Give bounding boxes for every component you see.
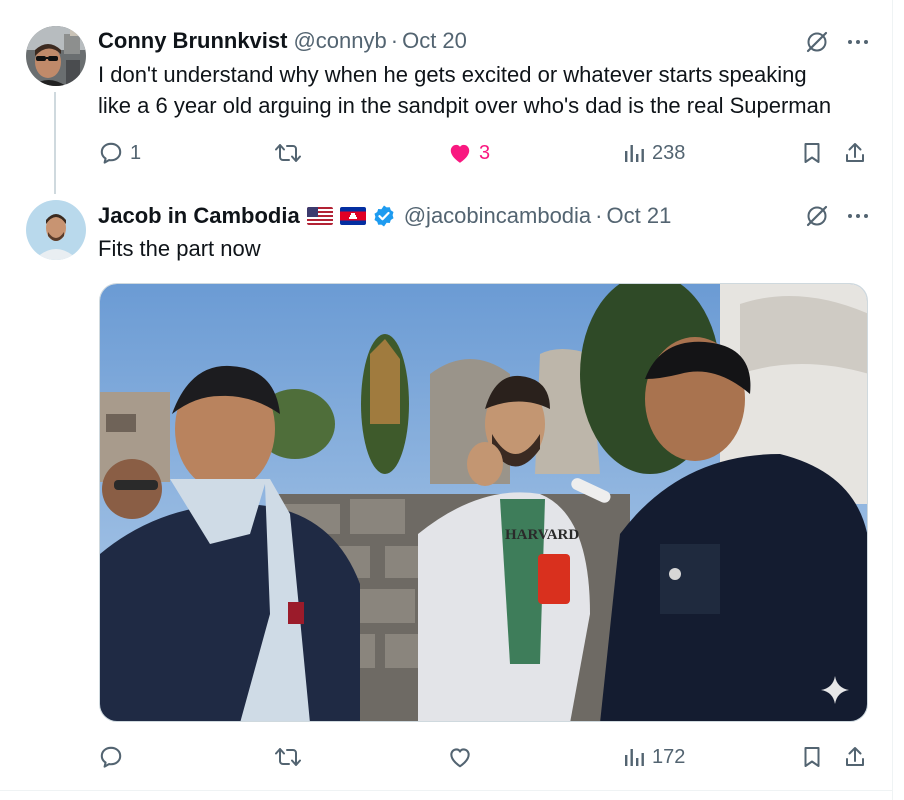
tweet-date[interactable]: Oct 21 bbox=[607, 202, 672, 230]
share-button[interactable] bbox=[843, 138, 867, 168]
column-border-right bbox=[892, 0, 893, 800]
reply-text-line-2: like a 6 year old arguing in the sandpit… bbox=[98, 93, 832, 118]
bookmark-button[interactable] bbox=[800, 742, 824, 772]
author-name[interactable]: Jacob in Cambodia bbox=[98, 202, 300, 230]
bookmark-button[interactable] bbox=[800, 138, 824, 168]
original-text: Fits the part now bbox=[98, 236, 261, 261]
author-handle[interactable]: @connyb bbox=[293, 27, 386, 55]
views-icon bbox=[625, 749, 644, 766]
reply-count: 1 bbox=[130, 141, 142, 164]
thread-connector-line bbox=[54, 92, 56, 194]
reply-icon bbox=[100, 142, 122, 164]
views-button[interactable]: 172 bbox=[622, 742, 685, 772]
views-count: 172 bbox=[652, 745, 686, 768]
author-handle[interactable]: @jacobincambodia bbox=[404, 202, 591, 230]
views-count: 238 bbox=[652, 141, 686, 164]
bookmark-icon bbox=[804, 747, 820, 767]
reply-button[interactable] bbox=[98, 742, 130, 772]
repost-button[interactable] bbox=[274, 742, 308, 772]
bookmark-icon bbox=[804, 143, 820, 163]
author-name[interactable]: Conny Brunnkvist bbox=[98, 27, 287, 55]
views-icon bbox=[625, 145, 644, 162]
views-button[interactable]: 238 bbox=[622, 138, 685, 168]
reply-icon bbox=[100, 746, 122, 768]
separator-dot: · bbox=[390, 28, 399, 53]
share-button[interactable] bbox=[843, 742, 867, 772]
repost-icon bbox=[275, 144, 301, 162]
share-icon bbox=[846, 747, 864, 766]
separator-dot: · bbox=[595, 203, 603, 228]
more-options-icon[interactable] bbox=[847, 204, 869, 228]
like-count: 3 bbox=[479, 141, 491, 164]
grok-icon[interactable] bbox=[805, 204, 829, 228]
media-photo: HARVARD bbox=[100, 284, 867, 721]
reply-header: Conny Brunnkvist @connyb · Oct 20 bbox=[98, 27, 467, 55]
repost-button[interactable] bbox=[274, 138, 308, 168]
column-border-bottom bbox=[0, 790, 893, 791]
verified-badge-icon[interactable] bbox=[372, 204, 396, 228]
original-action-bar: 172 bbox=[98, 742, 868, 772]
grok-icon[interactable] bbox=[805, 30, 829, 54]
tweet-media-image[interactable]: HARVARD bbox=[99, 283, 868, 722]
heart-icon bbox=[450, 748, 470, 768]
avatar-conny-image bbox=[26, 26, 86, 86]
reply-action-bar: 1 3 238 bbox=[98, 138, 868, 168]
us-flag-icon bbox=[306, 207, 333, 225]
more-options-icon[interactable] bbox=[847, 30, 869, 54]
avatar-jacob[interactable] bbox=[26, 200, 86, 260]
repost-icon bbox=[275, 748, 301, 766]
original-top-actions bbox=[805, 204, 869, 228]
tweet-date[interactable]: Oct 20 bbox=[402, 27, 467, 55]
heart-icon bbox=[450, 144, 470, 163]
avatar-jacob-image bbox=[26, 200, 86, 260]
avatar-conny[interactable] bbox=[26, 26, 86, 86]
reply-text-line-1: I don't understand why when he gets exci… bbox=[98, 62, 807, 87]
cambodia-flag-icon bbox=[339, 207, 366, 225]
reply-button[interactable]: 1 bbox=[98, 138, 141, 168]
share-icon bbox=[846, 143, 864, 162]
like-button[interactable] bbox=[447, 742, 479, 772]
reply-top-actions bbox=[805, 30, 869, 54]
reply-text: I don't understand why when he gets exci… bbox=[98, 59, 831, 121]
original-header: Jacob in Cambodia @jacobincambodia · Oct… bbox=[98, 202, 671, 230]
hoodie-text: HARVARD bbox=[505, 527, 579, 543]
like-button[interactable]: 3 bbox=[447, 138, 490, 168]
